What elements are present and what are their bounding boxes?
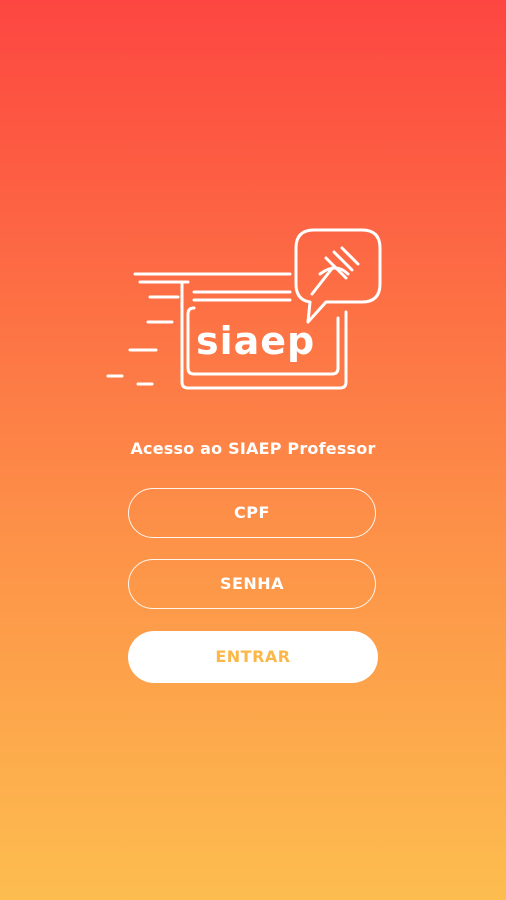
siaep-logo-icon (100, 222, 390, 397)
cpf-field[interactable]: CPF (128, 488, 376, 538)
password-field[interactable]: SENHA (128, 559, 376, 609)
enter-button[interactable]: ENTRAR (128, 631, 378, 683)
page-subtitle: Acesso ao SIAEP Professor (130, 439, 376, 458)
logo-wordmark: siaep (196, 319, 316, 363)
